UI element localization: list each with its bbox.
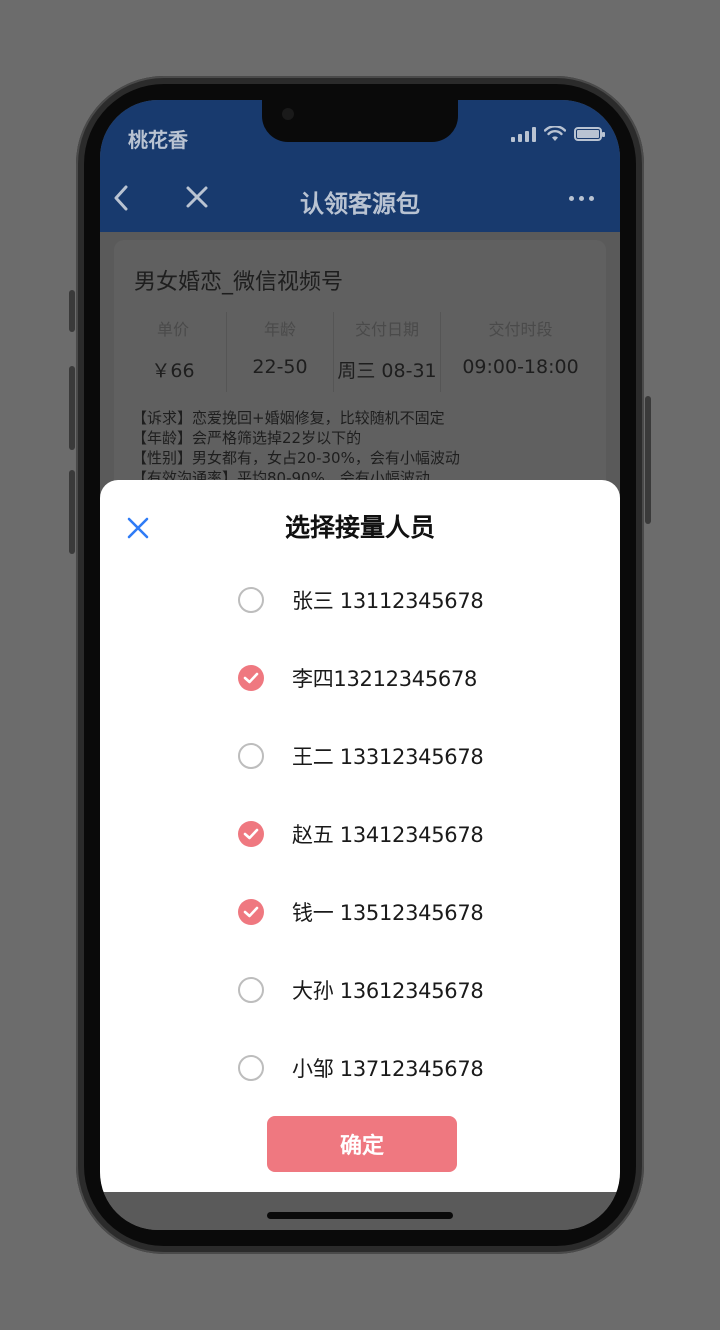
stat-delivery-time: 交付时段 09:00-18:00 [441, 312, 600, 392]
side-button-mute [69, 290, 75, 332]
radio-unchecked-icon[interactable] [238, 743, 264, 769]
confirm-button[interactable]: 确定 [267, 1116, 457, 1172]
person-label: 王二 13312345678 [292, 745, 484, 769]
stat-value: 22-50 [252, 356, 308, 378]
radio-unchecked-icon[interactable] [238, 587, 264, 613]
package-title: 男女婚恋_微信视频号 [134, 270, 344, 295]
person-label: 小邹 13712345678 [292, 1057, 484, 1081]
status-app-name: 桃花香 [128, 128, 188, 152]
page-title: 认领客源包 [300, 190, 420, 218]
stat-value: 09:00-18:00 [462, 356, 579, 378]
checkmark-icon [243, 828, 259, 840]
checkmark-icon [243, 672, 259, 684]
person-label: 钱一 13512345678 [292, 901, 484, 925]
stat-label: 年龄 [263, 320, 296, 339]
person-option[interactable]: 钱一 13512345678 [238, 892, 484, 932]
stat-price: 单价 ￥66 [120, 312, 227, 392]
note-line: 【年龄】会严格筛选掉22岁以下的 [132, 429, 362, 447]
checkmark-icon [243, 906, 259, 918]
side-button-volume-down [69, 470, 75, 554]
status-icons [511, 126, 605, 142]
package-notes: 【诉求】恋爱挽回+婚姻修复，比较随机不固定 【年龄】会严格筛选掉22岁以下的 【… [132, 408, 592, 488]
person-label: 李四13212345678 [292, 667, 478, 691]
package-stats: 单价 ￥66 年龄 22-50 交付日期 周三 08-31 交付时段 09:00… [120, 312, 600, 392]
stat-age: 年龄 22-50 [227, 312, 334, 392]
person-option[interactable]: 赵五 13412345678 [238, 814, 484, 854]
note-line: 【诉求】恋爱挽回+婚姻修复，比较随机不固定 [132, 409, 445, 427]
stat-delivery-date: 交付日期 周三 08-31 [334, 312, 441, 392]
camera [282, 108, 294, 120]
bottom-strip [100, 1192, 620, 1230]
stat-label: 交付日期 [354, 320, 419, 339]
select-person-modal: 选择接量人员 张三 13112345678 李四13212345678 王二 1… [100, 480, 620, 1192]
person-option[interactable]: 王二 13312345678 [238, 736, 484, 776]
modal-title: 选择接量人员 [284, 513, 435, 542]
stat-value: 周三 08-31 [337, 360, 437, 382]
more-button[interactable] [569, 196, 594, 201]
note-line: 【性别】男女都有，女占20-30%，会有小幅波动 [132, 449, 460, 467]
radio-checked-icon[interactable] [238, 665, 264, 691]
more-icon [569, 196, 574, 201]
stat-label: 单价 [156, 320, 189, 339]
person-option[interactable]: 张三 13112345678 [238, 580, 484, 620]
person-label: 大孙 13612345678 [292, 979, 484, 1003]
battery-icon [574, 127, 605, 141]
home-indicator [267, 1212, 453, 1219]
stat-value: ￥66 [151, 360, 195, 382]
person-option[interactable]: 大孙 13612345678 [238, 970, 484, 1010]
screen: 桃花香 认领客源包 男女婚恋_微信视频号 单价 ￥66 年龄 22-50 交付日… [100, 100, 620, 1230]
person-option[interactable]: 小邹 13712345678 [238, 1048, 484, 1088]
stat-label: 交付时段 [488, 320, 553, 339]
radio-checked-icon[interactable] [238, 899, 264, 925]
person-label: 张三 13112345678 [292, 589, 484, 613]
person-option[interactable]: 李四13212345678 [238, 658, 477, 698]
side-button-volume-up [69, 366, 75, 450]
radio-checked-icon[interactable] [238, 821, 264, 847]
side-button-power [645, 396, 651, 524]
signal-icon [511, 126, 536, 142]
radio-unchecked-icon[interactable] [238, 977, 264, 1003]
radio-unchecked-icon[interactable] [238, 1055, 264, 1081]
person-label: 赵五 13412345678 [292, 823, 484, 847]
notch [262, 100, 458, 142]
wifi-icon [544, 126, 566, 141]
